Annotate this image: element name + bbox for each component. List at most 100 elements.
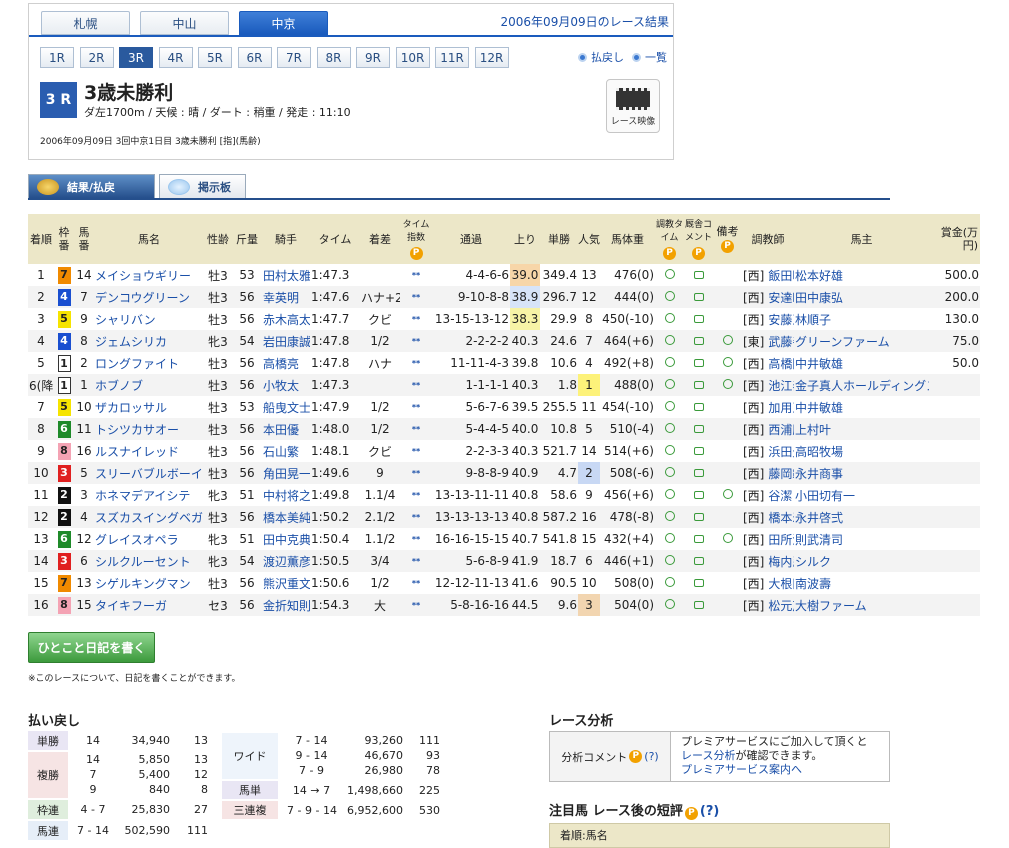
trainer-link[interactable]: 浜田光正: [768, 445, 794, 459]
training-time-cell[interactable]: [655, 308, 684, 330]
owner-link[interactable]: 則武清司: [794, 528, 929, 550]
clock-icon[interactable]: [664, 489, 675, 499]
remarks-cell[interactable]: [713, 528, 742, 550]
trainer-link[interactable]: 高橋隆: [768, 357, 794, 371]
race-button[interactable]: 9R: [356, 47, 390, 68]
horse-name-link[interactable]: ホブノブ: [94, 374, 204, 396]
clock-icon[interactable]: [664, 533, 675, 543]
trainer-link[interactable]: 池江泰寿: [768, 379, 794, 393]
jockey-link[interactable]: 熊沢重文: [262, 572, 310, 594]
horse-name-link[interactable]: デンコウグリーン: [94, 286, 204, 308]
help-link[interactable]: (?): [700, 804, 719, 819]
clock-icon[interactable]: [664, 423, 675, 433]
training-time-cell[interactable]: [655, 264, 684, 286]
owner-link[interactable]: 永井商事: [794, 462, 929, 484]
owner-link[interactable]: グリーンファーム: [794, 330, 929, 352]
horse-name-link[interactable]: スリーバブルボーイ: [94, 462, 204, 484]
trainer-link[interactable]: 田所清広: [768, 533, 794, 547]
info-icon[interactable]: [722, 379, 733, 389]
tab-nakayama[interactable]: 中山: [140, 11, 229, 35]
stable-comment-cell[interactable]: [684, 528, 713, 550]
horse-name-link[interactable]: タイキフーガ: [94, 594, 204, 616]
training-time-cell[interactable]: [655, 440, 684, 462]
training-time-cell[interactable]: [655, 528, 684, 550]
comment-icon[interactable]: [693, 513, 704, 521]
clock-icon[interactable]: [664, 511, 675, 521]
comment-icon[interactable]: [693, 601, 704, 609]
horse-name-link[interactable]: ジェムシリカ: [94, 330, 204, 352]
trainer-link[interactable]: 武藤善則: [768, 335, 794, 349]
stable-comment-cell[interactable]: [684, 550, 713, 572]
owner-link[interactable]: 大樹ファーム: [794, 594, 929, 616]
remarks-cell[interactable]: [713, 352, 742, 374]
jockey-link[interactable]: 金折知則: [262, 594, 310, 616]
horse-name-link[interactable]: トシツカサオー: [94, 418, 204, 440]
trainer-link[interactable]: 安藤正敏: [768, 313, 794, 327]
comment-icon[interactable]: [693, 535, 704, 543]
training-time-cell[interactable]: [655, 286, 684, 308]
write-diary-button[interactable]: ひとこと日記を書く: [28, 632, 155, 663]
horse-name-link[interactable]: シルクルーセント: [94, 550, 204, 572]
race-button[interactable]: 2R: [79, 47, 114, 68]
clock-icon[interactable]: [664, 291, 675, 301]
owner-link[interactable]: 南波壽: [794, 572, 929, 594]
comment-icon[interactable]: [693, 491, 704, 499]
race-button[interactable]: 8R: [316, 47, 351, 68]
race-button[interactable]: 4R: [158, 47, 193, 68]
horse-name-link[interactable]: グレイスオペラ: [94, 528, 204, 550]
stable-comment-cell[interactable]: [684, 330, 713, 352]
clock-icon[interactable]: [664, 269, 675, 279]
stable-comment-cell[interactable]: [684, 440, 713, 462]
comment-icon[interactable]: [693, 293, 704, 301]
race-button[interactable]: 12R: [474, 47, 509, 68]
training-time-cell[interactable]: [655, 462, 684, 484]
horse-name-link[interactable]: ルスナイレッド: [94, 440, 204, 462]
comment-icon[interactable]: [693, 469, 704, 477]
stable-comment-cell[interactable]: [684, 286, 713, 308]
horse-name-link[interactable]: ザカロッサル: [94, 396, 204, 418]
comment-icon[interactable]: [693, 271, 704, 279]
trainer-link[interactable]: 大根田裕: [768, 577, 794, 591]
comment-icon[interactable]: [693, 359, 704, 367]
stable-comment-cell[interactable]: [684, 418, 713, 440]
trainer-link[interactable]: 松元茂樹: [768, 599, 794, 613]
tab-chukyo[interactable]: 中京: [239, 11, 328, 35]
jockey-link[interactable]: 田村太雅: [262, 264, 310, 286]
horse-name-link[interactable]: シゲルキングマン: [94, 572, 204, 594]
tab-sapporo[interactable]: 札幌: [41, 11, 130, 35]
race-video-button[interactable]: レース映像: [606, 79, 660, 133]
stable-comment-cell[interactable]: [684, 264, 713, 286]
race-button[interactable]: 1R: [40, 47, 74, 68]
tab-bulletin-board[interactable]: 掲示板: [159, 174, 246, 198]
jockey-link[interactable]: 小牧太: [262, 374, 310, 396]
info-icon[interactable]: [722, 357, 733, 367]
race-button[interactable]: 6R: [237, 47, 272, 68]
training-time-cell[interactable]: [655, 550, 684, 572]
owner-link[interactable]: 上村叶: [794, 418, 929, 440]
clock-icon[interactable]: [664, 467, 675, 477]
horse-name-link[interactable]: メイショウギリー: [94, 264, 204, 286]
owner-link[interactable]: 林順子: [794, 308, 929, 330]
payout-link[interactable]: 払戻し: [578, 49, 624, 65]
clock-icon[interactable]: [664, 401, 675, 411]
jockey-link[interactable]: 渡辺薫彦: [262, 550, 310, 572]
stable-comment-cell[interactable]: [684, 572, 713, 594]
jockey-link[interactable]: 岩田康誠: [262, 330, 310, 352]
list-link[interactable]: 一覧: [632, 49, 667, 65]
jockey-link[interactable]: 高橋亮: [262, 352, 310, 374]
info-icon[interactable]: [722, 533, 733, 543]
jockey-link[interactable]: 幸英明: [262, 286, 310, 308]
stable-comment-cell[interactable]: [684, 396, 713, 418]
comment-icon[interactable]: [693, 579, 704, 587]
training-time-cell[interactable]: [655, 374, 684, 396]
training-time-cell[interactable]: [655, 418, 684, 440]
trainer-link[interactable]: 飯田明弘: [768, 269, 794, 283]
comment-icon[interactable]: [693, 557, 704, 565]
comment-icon[interactable]: [693, 425, 704, 433]
trainer-link[interactable]: 橋本寿正: [768, 511, 794, 525]
owner-link[interactable]: 金子真人ホールディングス: [794, 374, 929, 396]
owner-link[interactable]: 永井啓弍: [794, 506, 929, 528]
race-result-date-link[interactable]: 2006年09月09日のレース結果: [501, 13, 669, 30]
trainer-link[interactable]: 西浦勝一: [768, 423, 794, 437]
owner-link[interactable]: 中井敏雄: [794, 396, 929, 418]
